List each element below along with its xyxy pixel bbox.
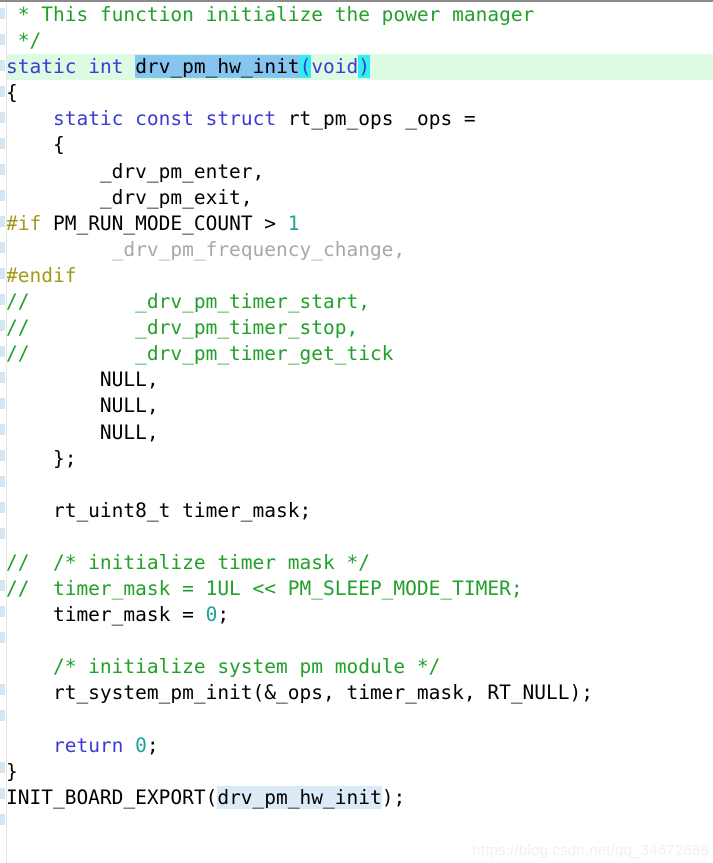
code-token-plain: {	[6, 133, 65, 157]
code-token-inactive: _drv_pm_frequency_change,	[6, 237, 406, 261]
code-token-plain: NULL,	[6, 368, 159, 392]
code-line[interactable]	[0, 628, 713, 654]
code-token-keyword: static	[52, 107, 124, 131]
code-line[interactable]: // _drv_pm_timer_stop,	[0, 315, 713, 341]
code-token-keyword: const	[135, 107, 194, 131]
code-line[interactable]: // _drv_pm_timer_start,	[0, 289, 713, 315]
code-token-plain: NULL,	[6, 420, 159, 444]
code-line[interactable]	[0, 472, 713, 498]
code-token-comment: // _drv_pm_timer_stop,	[6, 316, 359, 340]
code-token-plain: rt_uint8_t timer_mask;	[6, 498, 312, 522]
code-token-plain: {	[6, 81, 18, 105]
code-token-keyword: void	[311, 55, 359, 79]
code-token-plain: }	[6, 759, 18, 783]
code-token-keyword: return	[52, 733, 124, 757]
code-token-brace-match: )	[358, 55, 371, 79]
code-line[interactable]: * This function initialize the power man…	[0, 2, 713, 28]
code-token-plain: _drv_pm_exit,	[6, 185, 253, 209]
code-line[interactable]: };	[0, 446, 713, 472]
code-line[interactable]: _drv_pm_exit,	[0, 185, 713, 211]
code-token-comment: * This function initialize the power man…	[6, 3, 535, 26]
code-token-keyword: struct	[205, 107, 277, 131]
code-line[interactable]: #if PM_RUN_MODE_COUNT > 1	[0, 211, 713, 237]
code-token-occurrence: drv_pm_hw_init	[217, 785, 382, 809]
code-token-plain: );	[381, 785, 406, 809]
code-token-comment: // timer_mask = 1UL << PM_SLEEP_MODE_TIM…	[6, 577, 523, 601]
code-token-plain: PM_RUN_MODE_COUNT >	[41, 211, 288, 235]
code-line[interactable]: INIT_BOARD_EXPORT(drv_pm_hw_init);	[0, 785, 713, 811]
code-line[interactable]: rt_system_pm_init(&_ops, timer_mask, RT_…	[0, 680, 713, 706]
code-line[interactable]: rt_uint8_t timer_mask;	[0, 498, 713, 524]
code-line[interactable]: {	[0, 132, 713, 158]
code-token-preproc: #endif	[6, 263, 77, 287]
code-line[interactable]: }	[0, 759, 713, 785]
code-token-comment: // _drv_pm_timer_start,	[6, 290, 370, 314]
code-token-plain: NULL,	[6, 394, 159, 418]
code-line[interactable]: {	[0, 80, 713, 106]
code-text-area[interactable]: * This function initialize the power man…	[0, 2, 713, 863]
code-line[interactable]: timer_mask = 0;	[0, 602, 713, 628]
code-line[interactable]: _drv_pm_frequency_change,	[0, 237, 713, 263]
code-token-keyword: int	[88, 55, 124, 79]
code-token-plain: };	[6, 446, 77, 470]
code-token-plain: rt_system_pm_init(&_ops, timer_mask, RT_…	[6, 681, 593, 705]
code-token-plain: _drv_pm_enter,	[6, 159, 265, 183]
code-token-selected: drv_pm_hw_init	[135, 55, 300, 79]
code-line[interactable]: #endif	[0, 263, 713, 289]
code-token-plain: ;	[146, 733, 159, 757]
code-line[interactable]: /* initialize system pm module */	[0, 654, 713, 680]
code-token-comment: // _drv_pm_timer_get_tick	[6, 342, 394, 366]
code-line[interactable]: static const struct rt_pm_ops _ops =	[0, 106, 713, 132]
code-line[interactable]	[0, 707, 713, 733]
code-line[interactable]: // timer_mask = 1UL << PM_SLEEP_MODE_TIM…	[0, 576, 713, 602]
code-line[interactable]: NULL,	[0, 367, 713, 393]
code-token-plain: rt_pm_ops _ops =	[276, 107, 476, 131]
watermark-text: https://blog.csdn.net/qq_34672688	[472, 842, 709, 859]
code-token-preproc: #if	[6, 211, 42, 235]
code-line[interactable]: // _drv_pm_timer_get_tick	[0, 341, 713, 367]
code-token-comment: // /* initialize timer mask */	[6, 550, 370, 574]
code-line[interactable]: */	[0, 28, 713, 54]
code-line[interactable]: NULL,	[0, 420, 713, 446]
code-token-keyword: static	[6, 55, 77, 79]
code-token-number: 0	[135, 733, 147, 757]
code-line[interactable]: static int drv_pm_hw_init(void)	[0, 54, 713, 81]
code-token-comment: */	[6, 29, 42, 53]
code-line[interactable]: return 0;	[0, 733, 713, 759]
code-token-plain: INIT_BOARD_EXPORT(	[6, 785, 218, 809]
code-token-comment: /* initialize system pm module */	[6, 655, 441, 679]
code-token-plain: ;	[217, 603, 230, 627]
code-editor[interactable]: * This function initialize the power man…	[0, 0, 713, 863]
code-token-plain: timer_mask =	[6, 603, 206, 627]
code-line[interactable]: // /* initialize timer mask */	[0, 550, 713, 576]
code-line[interactable]: _drv_pm_enter,	[0, 159, 713, 185]
code-token-number: 1	[287, 211, 300, 235]
code-token-number: 0	[205, 603, 218, 627]
code-line[interactable]: NULL,	[0, 393, 713, 419]
code-token-brace-match: (	[299, 55, 312, 79]
code-line[interactable]	[0, 524, 713, 550]
